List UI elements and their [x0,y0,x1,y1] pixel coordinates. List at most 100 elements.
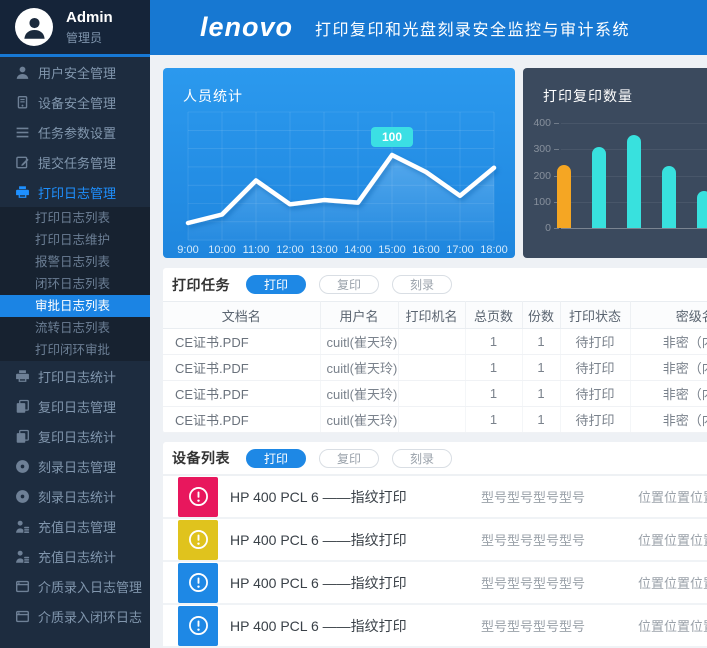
copy-icon [14,428,30,444]
sidebar-item-label: 介质录入闭环日志 [38,607,142,626]
sidebar-item-label: 复印日志统计 [38,427,116,446]
main-content: 人员统计 1009:0010:0011:0012:0013:0014:0015:… [150,55,707,648]
user-name: Admin [66,9,113,26]
svg-text:16:00: 16:00 [412,244,440,256]
table-cell: 1 [522,381,560,407]
print-tasks-header: 打印任务 打印复印刻录 [163,268,707,301]
device-model: 型号型号型号型号 [481,573,638,592]
sidebar-subitem[interactable]: 报警日志列表 [0,251,150,273]
sidebar-item-label: 刻录日志统计 [38,487,116,506]
avatar[interactable] [15,8,53,46]
print-tasks-title: 打印任务 [172,275,230,295]
sidebar-subitem[interactable]: 审批日志列表 [0,295,150,317]
device-row[interactable]: HP 400 PCL 6 ——指纹打印型号型号型号型号位置位置位置 [163,605,707,648]
tab-刻录[interactable]: 刻录 [392,449,452,468]
sidebar-item[interactable]: 任务参数设置 [0,117,150,147]
device-name: HP 400 PCL 6 ——指纹打印 [230,616,481,636]
recharge-icon [14,548,30,564]
table-cell: 1 [465,355,522,381]
sidebar-menu: 用户安全管理设备安全管理任务参数设置提交任务管理打印日志管理打印日志列表打印日志… [0,57,150,631]
alert-icon [178,563,218,603]
table-cell: CE证书.PDF [163,381,320,407]
table-row[interactable]: CE证书.PDFcuitl(崔天玲)11待打印非密（内部） [163,407,707,433]
table-cell: 1 [465,329,522,355]
device-icon [14,94,30,110]
sidebar-item[interactable]: 介质录入闭环日志 [0,601,150,631]
sidebar-item-label: 充值日志统计 [38,547,116,566]
device-location: 位置位置位置 [638,530,707,549]
sidebar-item[interactable]: 刻录日志统计 [0,481,150,511]
table-cell: cuitl(崔天玲) [320,355,398,381]
table-row[interactable]: CE证书.PDFcuitl(崔天玲)11待打印非密（内部） [163,355,707,381]
sidebar-item-label: 任务参数设置 [38,123,116,142]
device-list-tabs: 打印复印刻录 [246,449,452,468]
svg-text:11:00: 11:00 [243,244,270,256]
sidebar-item[interactable]: 用户安全管理 [0,57,150,87]
device-model: 型号型号型号型号 [481,616,638,635]
sidebar-item[interactable]: 复印日志管理 [0,391,150,421]
bar-gridline [561,123,707,124]
sidebar-item[interactable]: 充值日志统计 [0,541,150,571]
tab-复印[interactable]: 复印 [319,275,379,294]
sidebar-subitem[interactable]: 闭环日志列表 [0,273,150,295]
svg-text:10:00: 10:00 [208,244,236,256]
table-cell: 1 [522,407,560,433]
bar [662,166,676,228]
svg-text:17:00: 17:00 [446,244,474,256]
table-cell: 待打印 [560,407,630,433]
device-name: HP 400 PCL 6 ——指纹打印 [230,573,481,593]
sidebar-item[interactable]: 打印日志管理 [0,177,150,207]
device-list-title: 设备列表 [172,448,230,468]
table-cell: 待打印 [560,381,630,407]
sidebar-item[interactable]: 打印日志统计 [0,361,150,391]
user-avatar-icon [21,14,48,46]
bar [557,165,571,228]
table-row[interactable]: CE证书.PDFcuitl(崔天玲)11待打印非密（内部） [163,329,707,355]
table-cell: CE证书.PDF [163,407,320,433]
table-row[interactable]: CE证书.PDFcuitl(崔天玲)11待打印非密（内部） [163,381,707,407]
sidebar-item-label: 复印日志管理 [38,397,116,416]
table-cell [398,381,465,407]
sidebar-subitem[interactable]: 流转日志列表 [0,317,150,339]
device-model: 型号型号型号型号 [481,487,638,506]
app-header: lenovo 打印复印和光盘刻录安全监控与审计系统 [150,0,707,55]
sidebar-subitem[interactable]: 打印日志维护 [0,229,150,251]
sidebar-subitem[interactable]: 打印闭环审批 [0,339,150,361]
media-icon [14,608,30,624]
sidebar: Admin 管理员 用户安全管理设备安全管理任务参数设置提交任务管理打印日志管理… [0,0,150,648]
device-row[interactable]: HP 400 PCL 6 ——指纹打印型号型号型号型号位置位置位置 [163,519,707,562]
device-row[interactable]: HP 400 PCL 6 ——指纹打印型号型号型号型号位置位置位置 [163,476,707,519]
tab-刻录[interactable]: 刻录 [392,275,452,294]
app-title: 打印复印和光盘刻录安全监控与审计系统 [315,16,630,40]
sidebar-item[interactable]: 充值日志管理 [0,511,150,541]
column-header: 份数 [522,302,560,329]
y-axis-label: 100 [523,196,551,208]
alert-icon [178,477,218,517]
user-icon [14,64,30,80]
column-header: 文档名 [163,302,320,329]
tab-打印[interactable]: 打印 [246,275,306,294]
sidebar-item[interactable]: 设备安全管理 [0,87,150,117]
sidebar-item-label: 用户安全管理 [38,63,116,82]
disc-icon [14,458,30,474]
sidebar-item[interactable]: 介质录入日志管理 [0,571,150,601]
copy-icon [14,398,30,414]
device-location: 位置位置位置 [638,573,707,592]
device-rows: HP 400 PCL 6 ——指纹打印型号型号型号型号位置位置位置HP 400 … [163,476,707,648]
sidebar-item[interactable]: 刻录日志管理 [0,451,150,481]
table-cell: 1 [522,329,560,355]
device-row[interactable]: HP 400 PCL 6 ——指纹打印型号型号型号型号位置位置位置 [163,562,707,605]
table-cell [398,355,465,381]
tab-打印[interactable]: 打印 [246,449,306,468]
sidebar-subitem[interactable]: 打印日志列表 [0,207,150,229]
tab-复印[interactable]: 复印 [319,449,379,468]
sidebar-item[interactable]: 提交任务管理 [0,147,150,177]
sidebar-item-label: 提交任务管理 [38,153,116,172]
table-cell: cuitl(崔天玲) [320,381,398,407]
printer-icon [14,368,30,384]
disc-icon [14,488,30,504]
sidebar-item[interactable]: 复印日志统计 [0,421,150,451]
device-location: 位置位置位置 [638,616,707,635]
table-cell: 非密（内部） [630,355,707,381]
sidebar-item-label: 介质录入日志管理 [38,577,142,596]
